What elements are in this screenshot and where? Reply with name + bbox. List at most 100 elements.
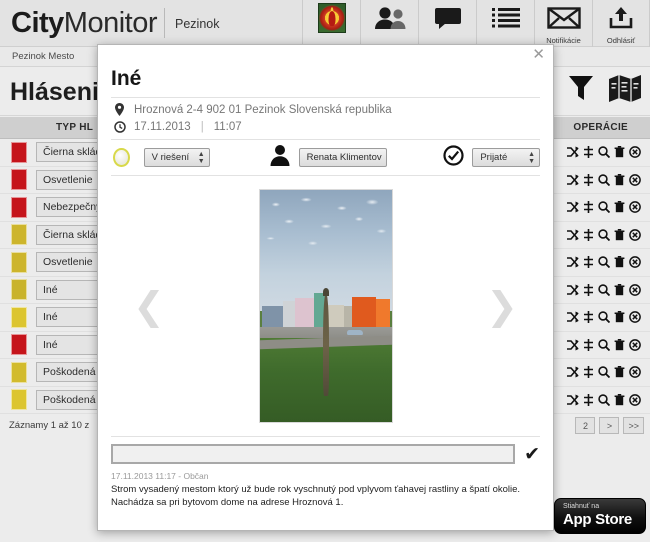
nav-item-users[interactable] xyxy=(360,0,418,47)
merge-icon[interactable] xyxy=(583,311,594,324)
nav-item-list[interactable] xyxy=(476,0,534,47)
trash-icon[interactable] xyxy=(614,146,625,158)
state-select-value: Prijaté xyxy=(480,152,508,163)
check-circle-icon xyxy=(443,144,464,171)
priority-color-swatch xyxy=(11,361,27,383)
shuffle-icon[interactable] xyxy=(566,394,579,406)
magnifier-icon[interactable] xyxy=(598,284,610,296)
nav-item-crest[interactable] xyxy=(302,0,360,47)
person-icon xyxy=(270,144,290,171)
merge-icon[interactable] xyxy=(583,283,594,296)
magnifier-icon[interactable] xyxy=(598,339,610,351)
logo-monitor-text: Monitor xyxy=(63,6,158,39)
row-operations xyxy=(566,393,641,406)
row-operations xyxy=(566,366,641,379)
trash-icon[interactable] xyxy=(614,366,625,378)
shuffle-icon[interactable] xyxy=(566,201,579,213)
shuffle-icon[interactable] xyxy=(566,229,579,241)
cancel-circle-icon[interactable] xyxy=(629,173,641,186)
cancel-circle-icon[interactable] xyxy=(629,366,641,379)
merge-icon[interactable] xyxy=(583,201,594,214)
map-pin-icon xyxy=(113,103,126,116)
merge-icon[interactable] xyxy=(583,393,594,406)
trash-icon[interactable] xyxy=(614,256,625,268)
priority-color-swatch xyxy=(11,141,27,163)
merge-icon[interactable] xyxy=(583,366,594,379)
close-icon[interactable]: ✕ xyxy=(532,47,545,62)
map-icon[interactable] xyxy=(608,73,642,108)
envelope-icon xyxy=(546,3,581,33)
status-select[interactable]: V riešení ▲ ▼ xyxy=(143,148,210,167)
page-tools xyxy=(568,73,642,108)
cancel-circle-icon[interactable] xyxy=(629,228,641,241)
priority-color-swatch xyxy=(11,306,27,328)
clock-icon xyxy=(113,120,126,133)
assignee-select[interactable]: Renata Klimentov ▲▼ xyxy=(298,148,388,167)
magnifier-icon[interactable] xyxy=(598,201,610,214)
nav-item-messages[interactable] xyxy=(418,0,476,47)
shuffle-icon[interactable] xyxy=(566,174,579,186)
trash-icon[interactable] xyxy=(614,338,625,351)
nav-item-logout[interactable]: Odhlásiť xyxy=(592,0,650,47)
magnifier-icon[interactable] xyxy=(598,256,610,269)
report-photo[interactable] xyxy=(258,189,393,423)
priority-color-swatch xyxy=(11,251,27,273)
cancel-circle-icon[interactable] xyxy=(629,256,641,269)
assignee-select-value: Renata Klimentov xyxy=(306,152,382,163)
cancel-circle-icon[interactable] xyxy=(629,201,641,214)
photo-gallery: ❮ ❯ xyxy=(111,176,540,436)
trash-icon[interactable] xyxy=(614,173,625,186)
row-operations xyxy=(566,228,641,241)
nav-item-notifications[interactable]: Notifikácie xyxy=(534,0,592,47)
app-store-badge[interactable]: Stiahnuť na App Store xyxy=(554,498,646,534)
row-operations xyxy=(566,256,641,269)
gallery-next-arrow[interactable]: ❯ xyxy=(486,287,518,325)
trash-icon[interactable] xyxy=(614,393,625,406)
chevron-updown-icon: ▲▼ xyxy=(528,150,535,165)
shuffle-icon[interactable] xyxy=(566,146,579,158)
app-logo[interactable]: CityMonitor xyxy=(0,6,158,39)
magnifier-icon[interactable] xyxy=(598,311,610,324)
trash-icon[interactable] xyxy=(614,311,625,323)
city-name-label: Pezinok xyxy=(175,17,220,31)
filter-funnel-icon[interactable] xyxy=(568,73,594,108)
shuffle-icon[interactable] xyxy=(566,339,579,351)
trash-icon[interactable] xyxy=(614,283,625,296)
submit-comment-check-icon[interactable]: ✔ xyxy=(524,444,540,464)
magnifier-icon[interactable] xyxy=(598,146,610,159)
app-root: CityMonitor Pezinok Notifikácie Odhlásiť… xyxy=(0,0,650,542)
priority-color-swatch xyxy=(11,169,27,191)
cancel-circle-icon[interactable] xyxy=(629,393,641,406)
state-select[interactable]: Prijaté ▲ ▼ xyxy=(472,148,540,167)
address-line: Hroznová 2-4 902 01 Pezinok Slovenská re… xyxy=(113,101,540,118)
shuffle-icon[interactable] xyxy=(566,366,579,378)
comment-body: Strom vysadený mestom ktorý už bude rok … xyxy=(111,484,521,508)
page-next-button[interactable]: > xyxy=(599,417,620,434)
merge-icon[interactable] xyxy=(583,173,594,186)
cancel-circle-icon[interactable] xyxy=(629,338,641,351)
gallery-prev-arrow[interactable]: ❮ xyxy=(133,287,165,325)
shuffle-icon[interactable] xyxy=(566,284,579,296)
column-header-operations: OPERÁCIE xyxy=(573,122,628,133)
photo-car xyxy=(346,330,363,336)
merge-icon[interactable] xyxy=(583,256,594,269)
page-last-button[interactable]: >> xyxy=(623,417,644,434)
magnifier-icon[interactable] xyxy=(598,366,610,379)
magnifier-icon[interactable] xyxy=(598,174,610,186)
comment-input[interactable] xyxy=(111,444,516,464)
shuffle-icon[interactable] xyxy=(566,256,579,268)
merge-icon[interactable] xyxy=(583,146,594,159)
cancel-circle-icon[interactable] xyxy=(629,311,641,324)
merge-icon[interactable] xyxy=(583,228,594,241)
cancel-circle-icon[interactable] xyxy=(629,146,641,159)
trash-icon[interactable] xyxy=(614,228,625,241)
trash-icon[interactable] xyxy=(614,201,625,213)
comment-section: ✔ 17.11.2013 11:17 - Občan Strom vysaden… xyxy=(111,436,540,509)
page-button-2[interactable]: 2 xyxy=(575,417,596,434)
shuffle-icon[interactable] xyxy=(566,311,579,323)
magnifier-icon[interactable] xyxy=(598,229,610,241)
modal-controls-row: V riešení ▲▼ Renata Klimentov ▲▼ xyxy=(111,140,540,176)
cancel-circle-icon[interactable] xyxy=(629,283,641,296)
merge-icon[interactable] xyxy=(583,338,594,351)
magnifier-icon[interactable] xyxy=(598,394,610,406)
